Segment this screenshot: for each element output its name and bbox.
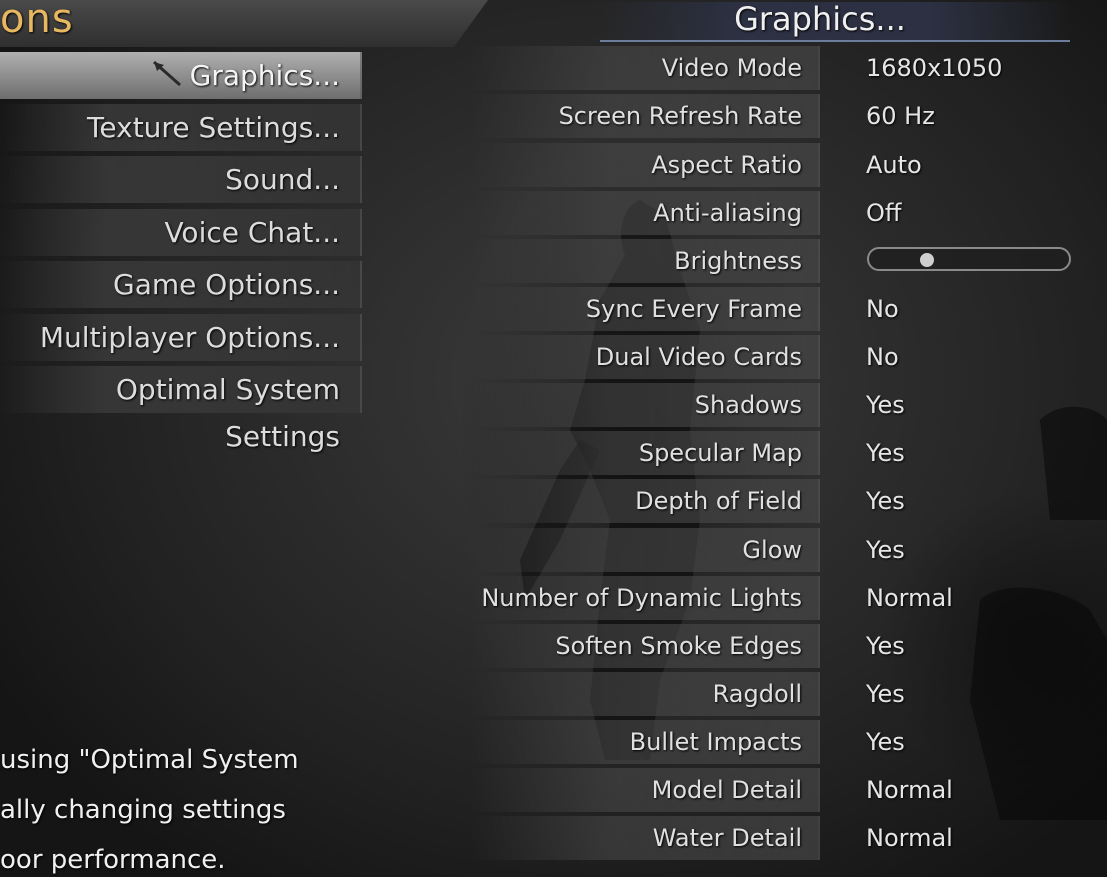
setting-label[interactable]: Brightness [470, 239, 820, 283]
menu-item-label: Sound... [225, 163, 340, 196]
setting-label[interactable]: Video Mode [470, 46, 820, 90]
setting-row-glow: Glow Yes [470, 528, 1070, 574]
setting-row-screen-refresh-rate: Screen Refresh Rate 60 Hz [470, 94, 1070, 140]
setting-label[interactable]: Glow [470, 528, 820, 572]
setting-label[interactable]: Number of Dynamic Lights [470, 576, 820, 620]
setting-value[interactable]: Normal [866, 816, 953, 860]
setting-label[interactable]: Dual Video Cards [470, 335, 820, 379]
setting-label[interactable]: Anti-aliasing [470, 191, 820, 235]
description-line: oor performance. [0, 845, 226, 875]
menu-item-label: Graphics... [189, 59, 340, 92]
setting-label[interactable]: Sync Every Frame [470, 287, 820, 331]
setting-row-aspect-ratio: Aspect Ratio Auto [470, 143, 1070, 189]
setting-value[interactable]: Yes [866, 672, 905, 716]
page-title: ons [0, 0, 74, 42]
setting-value[interactable]: 1680x1050 [866, 46, 1002, 90]
setting-label[interactable]: Ragdoll [470, 672, 820, 716]
setting-value[interactable]: Off [866, 191, 901, 235]
menu-item-label: Multiplayer Options... [39, 321, 340, 354]
description-line: using "Optimal System [0, 745, 299, 775]
menu-item-game-options[interactable]: Game Options... [0, 261, 362, 308]
setting-value[interactable]: Normal [866, 576, 953, 620]
menu-item-label: Voice Chat... [164, 216, 340, 249]
menu-item-multiplayer-options[interactable]: Multiplayer Options... [0, 314, 362, 361]
setting-label[interactable]: Model Detail [470, 768, 820, 812]
setting-row-water-detail: Water Detail Normal [470, 816, 1070, 862]
panel-title: Graphics... [734, 0, 906, 38]
setting-row-brightness: Brightness [470, 239, 1071, 285]
menu-item-label: Game Options... [113, 268, 340, 301]
setting-row-ragdoll: Ragdoll Yes [470, 672, 1070, 718]
setting-row-number-of-dynamic-lights: Number of Dynamic Lights Normal [470, 576, 1070, 622]
setting-value[interactable]: Yes [866, 431, 905, 475]
menu-item-sound[interactable]: Sound... [0, 156, 362, 203]
pointer-cursor-icon [152, 60, 181, 87]
setting-row-bullet-impacts: Bullet Impacts Yes [470, 720, 1070, 766]
setting-row-anti-aliasing: Anti-aliasing Off [470, 191, 1070, 237]
setting-value[interactable]: Yes [866, 383, 905, 427]
setting-value[interactable]: Auto [866, 143, 922, 187]
menu-item-texture-settings[interactable]: Texture Settings... [0, 104, 362, 151]
setting-row-dual-video-cards: Dual Video Cards No [470, 335, 1070, 381]
setting-row-shadows: Shadows Yes [470, 383, 1070, 429]
setting-value[interactable]: Yes [866, 528, 905, 572]
setting-value[interactable]: No [866, 335, 899, 379]
setting-row-video-mode: Video Mode 1680x1050 [470, 46, 1070, 92]
setting-value[interactable]: Yes [866, 479, 905, 523]
setting-value[interactable]: 60 Hz [866, 94, 935, 138]
menu-item-graphics[interactable]: Graphics... [0, 52, 362, 99]
slider-thumb[interactable] [920, 253, 935, 267]
setting-value[interactable]: Yes [866, 720, 905, 764]
setting-row-depth-of-field: Depth of Field Yes [470, 479, 1070, 525]
setting-label[interactable]: Depth of Field [470, 479, 820, 523]
menu-item-label: Texture Settings... [87, 111, 340, 144]
setting-label[interactable]: Water Detail [470, 816, 820, 860]
setting-label[interactable]: Screen Refresh Rate [470, 94, 820, 138]
setting-value[interactable]: Normal [866, 768, 953, 812]
setting-value[interactable]: No [866, 287, 899, 331]
setting-label[interactable]: Soften Smoke Edges [470, 624, 820, 668]
setting-label[interactable]: Shadows [470, 383, 820, 427]
menu-item-voice-chat[interactable]: Voice Chat... [0, 209, 362, 256]
setting-row-soften-smoke-edges: Soften Smoke Edges Yes [470, 624, 1070, 670]
brightness-slider[interactable] [867, 247, 1071, 271]
menu-description: using "Optimal System ally changing sett… [0, 735, 360, 877]
description-line: ally changing settings [0, 795, 286, 825]
setting-row-sync-every-frame: Sync Every Frame No [470, 287, 1070, 333]
setting-value[interactable]: Yes [866, 624, 905, 668]
setting-label[interactable]: Specular Map [470, 431, 820, 475]
setting-label[interactable]: Bullet Impacts [470, 720, 820, 764]
setting-label[interactable]: Aspect Ratio [470, 143, 820, 187]
setting-row-specular-map: Specular Map Yes [470, 431, 1070, 477]
menu-item-optimal-system-settings[interactable]: Optimal System Settings [0, 366, 362, 453]
setting-row-model-detail: Model Detail Normal [470, 768, 1070, 814]
